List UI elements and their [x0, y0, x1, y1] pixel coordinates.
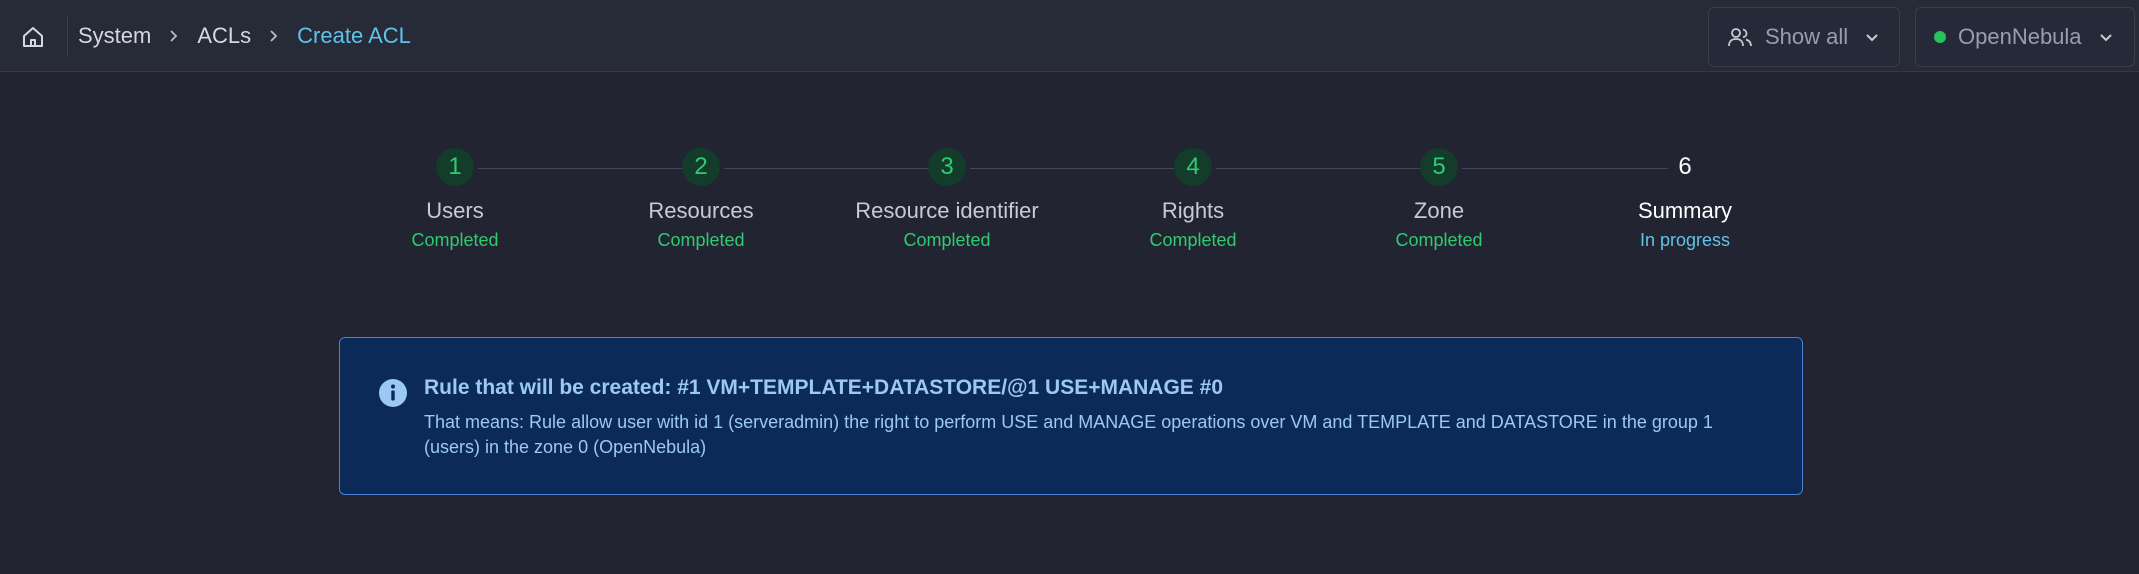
- step-status: Completed: [657, 230, 745, 250]
- step-status: Completed: [1149, 230, 1237, 250]
- step-number: 1: [436, 148, 474, 186]
- step-status: Completed: [1395, 230, 1483, 250]
- breadcrumb-acls[interactable]: ACLs: [197, 23, 251, 49]
- step-title: Users: [426, 198, 484, 223]
- step-status: In progress: [1639, 230, 1731, 250]
- step-zone[interactable]: 5 Zone Completed: [1324, 148, 1554, 251]
- step-resources[interactable]: 2 Resources Completed: [586, 148, 816, 251]
- home-button[interactable]: [12, 16, 54, 58]
- show-all-label: Show all: [1765, 24, 1849, 49]
- top-bar: System ACLs Create ACL Show all OpenNebu…: [0, 0, 2139, 72]
- step-title: Resource identifier: [855, 198, 1039, 223]
- chevron-right-icon: [267, 29, 281, 43]
- step-title: Rights: [1161, 198, 1225, 223]
- chevron-down-icon: [2098, 29, 2114, 45]
- breadcrumb-system[interactable]: System: [78, 23, 151, 49]
- summary-title: Rule that will be created: #1 VM+TEMPLAT…: [424, 376, 1224, 399]
- step-title: Resources: [648, 198, 754, 223]
- zone-status-dot: [1934, 31, 1946, 43]
- step-status: Completed: [411, 230, 499, 250]
- step-summary[interactable]: 6 Summary In progress: [1570, 148, 1800, 251]
- acl-summary-alert: Rule that will be created: #1 VM+TEMPLAT…: [339, 337, 1803, 495]
- step-title: Zone: [1413, 198, 1465, 223]
- step-number: 6: [1678, 153, 1692, 180]
- chevron-down-icon: [1864, 29, 1880, 45]
- info-icon: [379, 379, 407, 407]
- step-status: Completed: [903, 230, 991, 250]
- chevron-right-icon: [167, 29, 181, 43]
- summary-description: That means: Rule allow user with id 1 (s…: [424, 412, 1713, 457]
- topbar-divider: [67, 16, 68, 56]
- zone-label: OpenNebula: [1958, 24, 2082, 49]
- show-all-filter-button[interactable]: Show all: [1708, 7, 1900, 67]
- wizard-stepper: 1 Users Completed 2 Resources Completed …: [0, 148, 2139, 251]
- breadcrumb-create-acl: Create ACL: [297, 23, 411, 48]
- zone-selector-button[interactable]: OpenNebula: [1915, 7, 2135, 67]
- step-users[interactable]: 1 Users Completed: [340, 148, 570, 251]
- step-number: 2: [682, 148, 720, 186]
- breadcrumb: System ACLs Create ACL: [78, 0, 411, 72]
- step-resource-identifier[interactable]: 3 Resource identifier Completed: [832, 148, 1062, 251]
- home-icon: [23, 27, 43, 47]
- step-number: 3: [928, 148, 966, 186]
- step-rights[interactable]: 4 Rights Completed: [1078, 148, 1308, 251]
- step-number: 4: [1174, 148, 1212, 186]
- step-title: Summary: [1637, 198, 1733, 223]
- step-number: 5: [1420, 148, 1458, 186]
- users-icon: [1728, 28, 1752, 47]
